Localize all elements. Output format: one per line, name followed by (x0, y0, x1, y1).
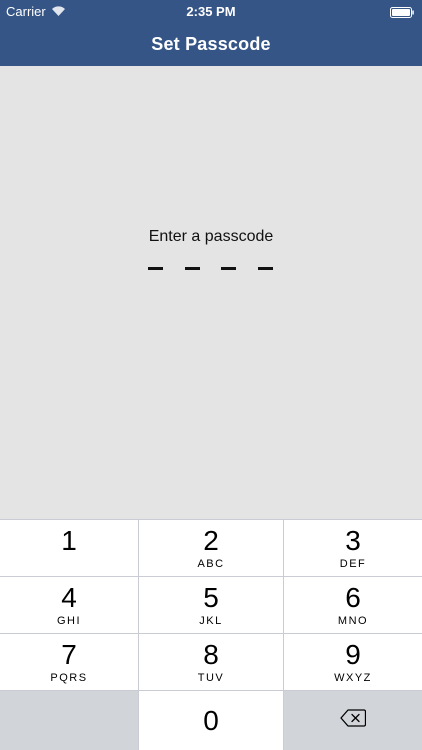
clock: 2:35 PM (186, 4, 236, 19)
key-9[interactable]: 9 WXYZ (284, 634, 422, 690)
passcode-area: Enter a passcode (0, 66, 422, 519)
key-8[interactable]: 8 TUV (139, 634, 283, 690)
key-letters: PQRS (50, 671, 88, 684)
key-digit: 2 (203, 524, 219, 556)
key-digit: 0 (203, 704, 219, 736)
passcode-dots (148, 267, 274, 273)
key-letters: WXYZ (334, 671, 372, 684)
backspace-icon (340, 709, 367, 732)
delete-key[interactable] (284, 691, 422, 750)
key-4[interactable]: 4 GHI (0, 577, 138, 633)
key-letters: MNO (337, 614, 369, 627)
status-bar: Carrier 2:35 PM (0, 0, 422, 22)
empty-key (0, 691, 138, 750)
key-letters: ABC (197, 557, 225, 570)
key-digit: 9 (345, 638, 361, 670)
key-digit: 6 (345, 581, 361, 613)
key-letters: JKL (199, 614, 223, 627)
passcode-slot (221, 267, 236, 270)
key-digit: 4 (61, 581, 77, 613)
page-title: Set Passcode (151, 33, 271, 54)
key-letters: DEF (339, 557, 367, 570)
key-digit: 1 (61, 524, 77, 556)
passcode-slot (258, 267, 273, 270)
key-1[interactable]: 1 (0, 520, 138, 576)
key-letters: GHI (56, 614, 82, 627)
passcode-prompt: Enter a passcode (148, 228, 274, 245)
key-7[interactable]: 7 PQRS (0, 634, 138, 690)
key-digit: 3 (345, 524, 361, 556)
key-2[interactable]: 2 ABC (139, 520, 283, 576)
key-digit: 5 (203, 581, 219, 613)
key-letters: TUV (197, 671, 225, 684)
key-3[interactable]: 3 DEF (284, 520, 422, 576)
numeric-keypad: 1 2 ABC 3 DEF 4 GHI 5 JKL 6 MNO 7 PQRS 8… (0, 519, 422, 750)
key-5[interactable]: 5 JKL (139, 577, 283, 633)
passcode-slot (148, 267, 163, 270)
key-digit: 8 (203, 638, 219, 670)
key-6[interactable]: 6 MNO (284, 577, 422, 633)
battery-icon (390, 6, 414, 18)
nav-bar: Set Passcode (0, 22, 422, 66)
key-digit: 7 (61, 638, 77, 670)
passcode-slot (185, 267, 200, 270)
key-0[interactable]: 0 (139, 691, 283, 750)
